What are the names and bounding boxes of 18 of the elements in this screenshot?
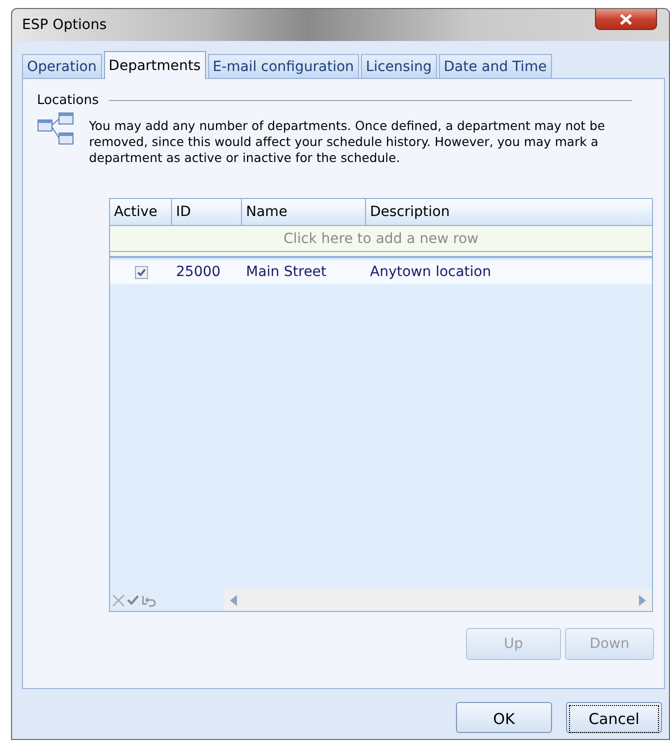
- column-header[interactable]: ID: [172, 199, 242, 225]
- tab[interactable]: Licensing: [360, 54, 437, 78]
- description-text: You may add any number of departments. Once defined, a department may not be removed, since this would affect your schedule history. However, you may mark a department as active or inactive for the schedule.: [89, 118, 606, 166]
- tab[interactable]: Date and Time: [438, 54, 552, 78]
- column-header[interactable]: Name: [242, 199, 366, 225]
- table-cell-text: Main Street: [245, 263, 328, 282]
- group-label: Locations: [37, 93, 99, 108]
- cancel-button[interactable]: Cancel: [566, 702, 662, 733]
- table-cell-text: Anytown location: [369, 263, 492, 282]
- window-title: ESP Options: [22, 17, 107, 33]
- tab[interactable]: Departments: [104, 51, 206, 79]
- tab[interactable]: Operation: [22, 54, 102, 78]
- column-header[interactable]: Active: [110, 199, 172, 225]
- column-header[interactable]: Description: [366, 199, 652, 225]
- tab[interactable]: E-mail configuration: [208, 54, 359, 78]
- table-cell-text: 25000: [175, 263, 222, 282]
- ok-button[interactable]: OK: [456, 702, 552, 733]
- table-row[interactable]: 25000 Main Street Anytown location: [110, 260, 652, 284]
